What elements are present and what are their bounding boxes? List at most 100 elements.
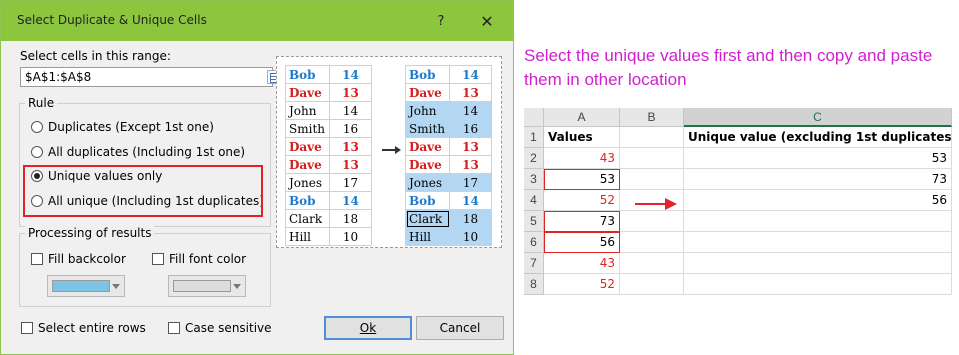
- row-header[interactable]: 1: [524, 127, 544, 148]
- dialog-title: Select Duplicate & Unique Cells: [17, 13, 207, 27]
- close-button[interactable]: ✕: [475, 11, 499, 33]
- select-entire-rows-label: Select entire rows: [38, 321, 146, 335]
- preview-name-cell: Hill: [285, 227, 330, 246]
- cell-c7[interactable]: [684, 253, 952, 274]
- preview-row: Smith 16: [285, 119, 372, 138]
- cell-a4[interactable]: 52: [544, 190, 620, 211]
- row-header[interactable]: 2: [524, 148, 544, 169]
- highlight-box: [23, 165, 263, 217]
- row-header[interactable]: 4: [524, 190, 544, 211]
- range-value: $A$1:$A$8: [25, 70, 92, 84]
- cell-c8[interactable]: [684, 274, 952, 295]
- cell-c1[interactable]: Unique value (excluding 1st duplicates): [684, 127, 952, 148]
- preview-value-cell: 14: [329, 65, 372, 84]
- processing-group-label: Processing of results: [25, 226, 155, 240]
- preview-name-cell: Bob: [405, 191, 450, 210]
- row-header[interactable]: 6: [524, 232, 544, 253]
- ok-label: Ok: [359, 321, 377, 335]
- preview-name-cell: Jones: [405, 173, 450, 192]
- preview-name-cell: Bob: [285, 65, 330, 84]
- cell-c5[interactable]: [684, 211, 952, 232]
- preview-value-cell: 13: [329, 155, 372, 174]
- cell-a3[interactable]: 53: [544, 169, 620, 190]
- chevron-down-icon: [112, 284, 120, 289]
- preview-name-cell: Dave: [405, 83, 450, 102]
- preview-value-cell: 14: [449, 101, 492, 120]
- preview-value-cell: 14: [329, 101, 372, 120]
- preview-row: Dave 13: [285, 155, 372, 174]
- column-header-a[interactable]: A: [544, 108, 620, 127]
- preview-name-cell: Clark: [285, 209, 330, 228]
- fontcolor-dropdown[interactable]: [168, 275, 246, 297]
- fill-backcolor-label: Fill backcolor: [48, 252, 126, 266]
- cell-b6[interactable]: [620, 232, 684, 253]
- preview-value-cell: 16: [449, 119, 492, 138]
- radio-icon[interactable]: [31, 146, 43, 158]
- select-all-corner[interactable]: [524, 108, 544, 127]
- preview-name-cell: Dave: [285, 155, 330, 174]
- preview-value-cell: 13: [449, 137, 492, 156]
- backcolor-swatch: [52, 280, 110, 292]
- dialog-titlebar[interactable]: Select Duplicate & Unique Cells ? ✕: [1, 1, 513, 41]
- cell-b3[interactable]: [620, 169, 684, 190]
- ok-button[interactable]: Ok: [324, 316, 412, 340]
- checkbox-icon[interactable]: [31, 253, 43, 265]
- preview-row: Bob 14: [405, 65, 492, 84]
- chevron-down-icon: [233, 284, 241, 289]
- preview-row: Hill 10: [285, 227, 372, 246]
- cell-b7[interactable]: [620, 253, 684, 274]
- cell-c6[interactable]: [684, 232, 952, 253]
- row-header[interactable]: 8: [524, 274, 544, 295]
- help-button[interactable]: ?: [429, 11, 453, 33]
- checkbox-icon[interactable]: [168, 322, 180, 334]
- preview-row: Bob 14: [405, 191, 492, 210]
- preview-row: Dave 13: [405, 137, 492, 156]
- preview-name-cell: Bob: [405, 65, 450, 84]
- preview-row: Dave 13: [285, 83, 372, 102]
- cell-b2[interactable]: [620, 148, 684, 169]
- radio-icon[interactable]: [31, 121, 43, 133]
- preview-row: Hill 10: [405, 227, 492, 246]
- row-header[interactable]: 7: [524, 253, 544, 274]
- cell-a8[interactable]: 52: [544, 274, 620, 295]
- preview-value-cell: 17: [329, 173, 372, 192]
- instruction-text: Select the unique values first and then …: [524, 46, 933, 89]
- cell-b5[interactable]: [620, 211, 684, 232]
- preview-name-cell: Jones: [285, 173, 330, 192]
- cancel-label: Cancel: [439, 321, 481, 335]
- fill-fontcolor-label: Fill font color: [169, 252, 247, 266]
- checkbox-icon[interactable]: [21, 322, 33, 334]
- preview-value-cell: 13: [329, 83, 372, 102]
- row-header[interactable]: 5: [524, 211, 544, 232]
- cell-a7[interactable]: 43: [544, 253, 620, 274]
- arrow-right-icon: [635, 198, 677, 210]
- column-header-b[interactable]: B: [620, 108, 684, 127]
- preview-row: Clark 18: [285, 209, 372, 228]
- preview-value-cell: 18: [449, 209, 492, 228]
- cell-c2[interactable]: 53: [684, 148, 952, 169]
- preview-value-cell: 17: [449, 173, 492, 192]
- cell-c3[interactable]: 73: [684, 169, 952, 190]
- preview-row: Jones 17: [285, 173, 372, 192]
- case-sensitive-label: Case sensitive: [185, 321, 272, 335]
- cell-b8[interactable]: [620, 274, 684, 295]
- preview-value-cell: 14: [449, 191, 492, 210]
- cell-a2[interactable]: 43: [544, 148, 620, 169]
- cell-b1[interactable]: [620, 127, 684, 148]
- cell-a5[interactable]: 73: [544, 211, 620, 232]
- cell-c4[interactable]: 56: [684, 190, 952, 211]
- cancel-button[interactable]: Cancel: [416, 316, 504, 340]
- preview-row: Jones 17: [405, 173, 492, 192]
- preview-panel: Bob 14 Dave 13 John 14 Smith 16 Dave 13 Dave 13 Jone…: [276, 56, 502, 248]
- range-input[interactable]: $A$1:$A$8: [20, 67, 287, 87]
- row-header[interactable]: 3: [524, 169, 544, 190]
- cell-a6[interactable]: 56: [544, 232, 620, 253]
- cell-a1[interactable]: Values: [544, 127, 620, 148]
- preview-value-cell: 14: [329, 191, 372, 210]
- preview-before-table: Bob 14 Dave 13 John 14 Smith 16 Dave 13 Dave 13 Jone…: [285, 65, 372, 246]
- checkbox-icon[interactable]: [152, 253, 164, 265]
- backcolor-dropdown[interactable]: [47, 275, 125, 297]
- column-header-c[interactable]: C: [684, 108, 952, 127]
- preview-name-cell: Clark: [405, 209, 450, 228]
- preview-name-cell: John: [405, 101, 450, 120]
